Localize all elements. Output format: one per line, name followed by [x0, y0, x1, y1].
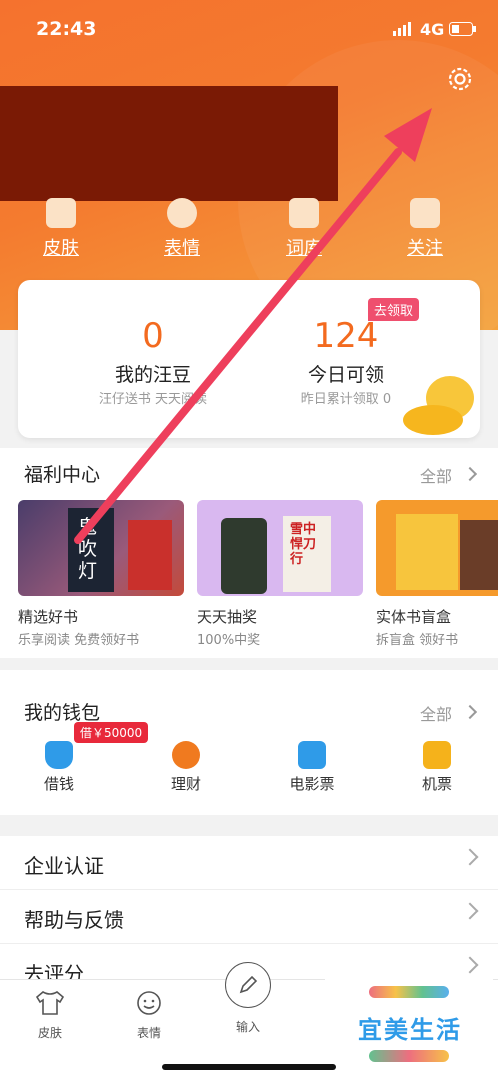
arrow-head: [384, 108, 432, 162]
arrow-shaft: [74, 148, 402, 544]
annotation-arrow: [74, 108, 432, 544]
